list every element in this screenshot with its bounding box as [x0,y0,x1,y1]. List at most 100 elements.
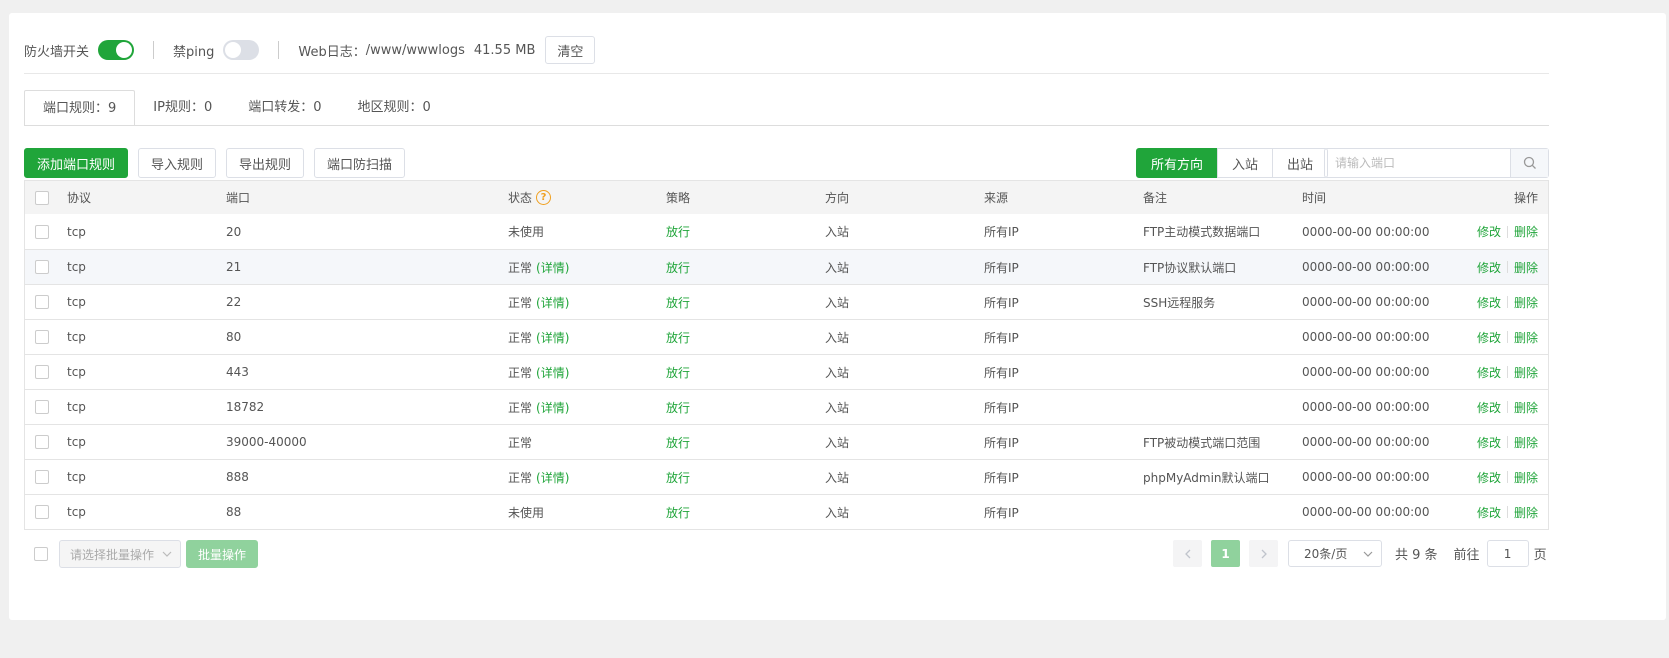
edit-rule-link[interactable]: 修改 [1477,223,1501,240]
firewall-toggle[interactable] [98,40,135,60]
toggle-knob [116,42,133,58]
footer-select-all-checkbox[interactable] [34,547,48,561]
edit-rule-link[interactable]: 修改 [1477,434,1501,451]
status-detail-link[interactable]: (详情) [536,259,569,276]
table-row: tcp 443 正常 (详情) 放行 入站 所有IP 0000-00-00 00:00:00 修… [25,354,1548,389]
edit-rule-link[interactable]: 修改 [1477,294,1501,311]
cell-protocol: tcp [67,425,86,459]
batch-select[interactable]: 请选择批量操作 [59,540,181,568]
import-rules-button[interactable]: 导入规则 [138,148,217,178]
divider [1506,436,1508,448]
status-detail-link[interactable]: (详情) [536,294,569,311]
delete-rule-link[interactable]: 删除 [1514,259,1538,276]
edit-rule-link[interactable]: 修改 [1477,329,1501,346]
status-detail-link[interactable]: (详情) [536,329,569,346]
tab-port-forward[interactable]: 端口转发：0 [230,90,339,126]
delete-rule-link[interactable]: 删除 [1514,504,1538,521]
cell-source-text: 所有IP [984,435,1019,450]
batch-operation-button[interactable]: 批量操作 [186,540,259,568]
export-rules-button[interactable]: 导出规则 [226,148,305,178]
cell-source-text: 所有IP [984,365,1019,380]
delete-rule-link[interactable]: 删除 [1514,364,1538,381]
goto-suffix: 页 [1533,548,1547,563]
row-checkbox[interactable] [35,285,49,319]
ping-toggle[interactable] [223,40,260,60]
cell-strategy-text: 放行 [666,400,691,415]
cell-time-text: 0000-00-00 00:00:00 [1302,435,1430,449]
search-button[interactable] [1510,149,1548,177]
delete-rule-link[interactable]: 删除 [1514,399,1538,416]
cell-strategy: 放行 [666,355,690,389]
status-detail-link[interactable]: (详情) [536,469,569,486]
header-source: 来源 [984,191,1009,205]
cell-status-text: 正常 [508,400,533,415]
cell-direction: 入站 [825,425,849,459]
table-row: tcp 80 正常 (详情) 放行 入站 所有IP 0000-00-00 00:00:00 修改… [25,319,1548,354]
cell-strategy-text: 放行 [666,260,691,275]
clear-log-button[interactable]: 清空 [545,36,596,64]
divider [1506,506,1508,518]
add-port-rule-button[interactable]: 添加端口规则 [24,148,129,178]
row-checkbox[interactable] [35,495,49,529]
weblog-path-link[interactable]: /www/wwwlogs [366,43,465,58]
edit-rule-link[interactable]: 修改 [1477,259,1501,276]
page-number-button[interactable]: 1 [1211,540,1240,567]
direction-in-button[interactable]: 入站 [1217,148,1274,178]
port-search-input[interactable] [1325,149,1510,177]
row-checkbox[interactable] [35,250,49,284]
cell-strategy-text: 放行 [666,470,691,485]
row-checkbox[interactable] [35,390,49,424]
cell-strategy-text: 放行 [666,225,691,239]
port-scan-protect-button[interactable]: 端口防扫描 [314,148,406,178]
delete-rule-link[interactable]: 删除 [1514,434,1538,451]
tab-ip-rules[interactable]: IP规则：0 [135,90,230,126]
cell-strategy-text: 放行 [666,330,691,345]
port-rules-table: 协议 端口 状态 ? 策略 方向 来源 备注 时间 操作 tcp 20 未使用 放行入… [24,180,1549,530]
header-remark: 备注 [1143,191,1168,205]
tab-region-rules[interactable]: 地区规则：0 [340,90,449,126]
cell-status-text: 未使用 [508,505,545,520]
cell-time: 0000-00-00 00:00:00 [1302,355,1429,389]
delete-rule-link[interactable]: 删除 [1514,223,1538,240]
select-all-checkbox[interactable] [35,181,49,214]
row-checkbox[interactable] [35,355,49,389]
page-size-select[interactable]: 20条/页 [1288,540,1382,567]
cell-direction-text: 入站 [825,330,850,345]
row-checkbox[interactable] [35,425,49,459]
cell-strategy-text: 放行 [666,435,691,450]
cell-source-text: 所有IP [984,470,1019,485]
help-icon[interactable]: ? [536,190,552,205]
status-detail-link[interactable]: (详情) [536,364,569,381]
cell-time: 0000-00-00 00:00:00 [1302,460,1429,494]
edit-rule-link[interactable]: 修改 [1477,469,1501,486]
next-page-button[interactable] [1249,540,1278,567]
row-checkbox[interactable] [35,214,49,249]
row-checkbox[interactable] [35,320,49,354]
delete-rule-link[interactable]: 删除 [1514,329,1538,346]
delete-rule-link[interactable]: 删除 [1514,469,1538,486]
header-protocol: 协议 [67,191,92,205]
row-checkbox[interactable] [35,460,49,494]
cell-remark-text: phpMyAdmin默认端口 [1143,470,1270,485]
cell-time-text: 0000-00-00 00:00:00 [1302,400,1430,414]
delete-rule-link[interactable]: 删除 [1514,294,1538,311]
chevron-right-icon [1261,549,1267,558]
tab-port-rules[interactable]: 端口规则：9 [24,90,136,126]
cell-strategy-text: 放行 [666,505,691,520]
cell-protocol-text: tcp [67,435,86,449]
cell-strategy: 放行 [666,390,690,424]
cell-port: 20 [226,214,241,249]
direction-all-button[interactable]: 所有方向 [1136,148,1219,178]
divider [1506,225,1508,238]
direction-out-button[interactable]: 出站 [1272,148,1329,178]
status-detail-link[interactable]: (详情) [536,399,569,416]
edit-rule-link[interactable]: 修改 [1477,504,1501,521]
cell-strategy: 放行 [666,285,690,319]
row-actions: 修改 删除 [1477,460,1538,494]
edit-rule-link[interactable]: 修改 [1477,364,1501,381]
cell-time-text: 0000-00-00 00:00:00 [1302,260,1430,274]
edit-rule-link[interactable]: 修改 [1477,399,1501,416]
goto-page-input[interactable] [1486,540,1529,567]
cell-time-text: 0000-00-00 00:00:00 [1302,224,1430,239]
prev-page-button[interactable] [1173,540,1202,567]
